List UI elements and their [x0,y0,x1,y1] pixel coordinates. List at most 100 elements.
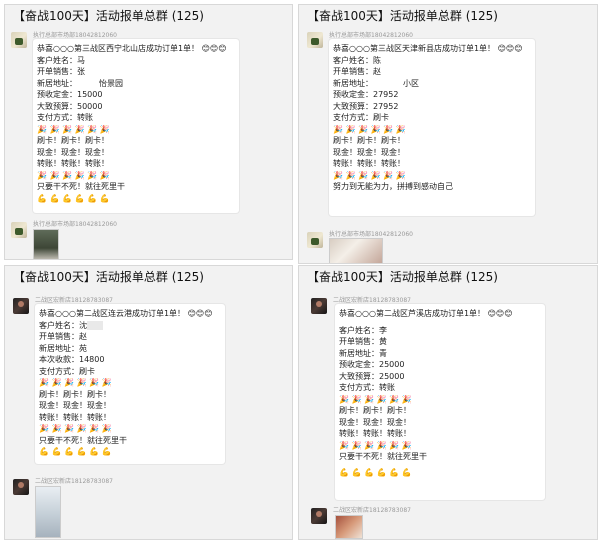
sender-avatar[interactable] [311,508,327,524]
smile-emoji: 😊 [201,44,210,53]
party-emoji: 🎉 [62,124,72,134]
party-emoji: 🎉 [62,170,72,180]
field-line: 客户姓名：李 [339,325,387,335]
party-emoji: 🎉 [101,378,112,387]
field-line: 预收定金：25000 [339,360,405,369]
party-emoji: 🎉 [89,378,100,387]
redaction-blur [87,320,103,330]
slogan-line: 只要干不死！就往死里干 [39,435,127,445]
message-bubble[interactable]: 恭喜○○○第二战区连云港成功订单1单！ 😊😊😊 客户姓名：沈 开单销售：赵 新居… [35,304,225,464]
chant-line: 现金！现金！现金！ [39,401,111,410]
party-emoji: 🎉 [101,424,112,433]
muscle-emoji: 💪 [51,447,62,456]
chant-line: 转账！转账！转账！ [339,429,411,438]
party-emoji: 🎉 [370,124,381,134]
field-line: 大致预算：25000 [339,371,405,381]
sender-avatar[interactable] [307,232,323,248]
muscle-emoji: 💪 [101,447,112,456]
party-emoji: 🎉 [64,424,74,433]
photo-thumbnail[interactable] [329,238,383,263]
muscle-emoji: 💪 [76,447,87,456]
sender-name: 二战区宏新店18128783087 [35,297,113,304]
party-emoji-row: 🎉 🎉 🎉 🎉 🎉 🎉 [39,423,221,435]
muscle-emoji: 💪 [49,193,60,203]
muscle-emoji: 💪 [364,467,374,477]
party-emoji: 🎉 [76,378,87,387]
chat-screenshot-2: 【奋战100天】活动报单总群 (125) 执行总部市场部18042812060 … [298,4,598,264]
chat-title: 【奋战100天】活动报单总群 (125) [299,5,597,27]
party-emoji-row: 🎉 🎉 🎉 🎉 🎉 🎉 [37,124,235,136]
smile-emoji: 😊 [487,309,496,318]
party-emoji: 🎉 [351,440,362,450]
chant-line: 刷卡！刷卡！刷卡！ [339,406,411,415]
party-emoji: 🎉 [351,394,362,404]
chant-line: 刷卡！刷卡！刷卡！ [37,136,109,145]
photo-thumbnail[interactable] [33,229,59,259]
congrats-line: 恭喜○○○第二战区连云港成功订单1单！ 😊😊😊 [39,308,221,320]
field-line: 大致预算：27952 [333,101,399,111]
sender-avatar[interactable] [307,32,323,48]
field-line: 预收定金：15000 [37,90,103,99]
sender-avatar[interactable] [13,479,29,495]
party-emoji: 🎉 [339,440,349,450]
party-emoji: 🎉 [376,394,387,404]
chant-line: 转账！转账！转账！ [333,159,405,168]
party-emoji: 🎉 [358,170,368,180]
chant-line: 转账！转账！转账！ [39,412,111,422]
photo-thumbnail[interactable] [335,515,363,539]
congrats-line: 恭喜○○○第三战区西宁北山店成功订单1单！ 😊😊😊 [37,43,235,55]
field-line: 支付方式：转账 [37,113,93,122]
muscle-emoji: 💪 [37,193,47,203]
muscle-emoji: 💪 [351,467,362,477]
party-emoji-row: 🎉 🎉 🎉 🎉 🎉 🎉 [333,170,531,182]
muscle-emoji: 💪 [376,467,387,477]
muscle-emoji-row: 💪 💪 💪 💪 💪 💪 [339,467,541,479]
field-line: 新居地址：苑 [39,343,87,353]
party-emoji-row: 🎉 🎉 🎉 🎉 🎉 🎉 [333,124,531,136]
muscle-emoji: 💪 [74,193,85,203]
field-line: 开单销售：张 [37,67,85,76]
field-line: 本次收款：14800 [39,355,105,364]
party-emoji: 🎉 [49,124,60,134]
party-emoji: 🎉 [74,124,85,134]
photo-thumbnail[interactable] [35,486,61,538]
muscle-emoji: 💪 [99,193,110,203]
party-emoji-row: 🎉 🎉 🎉 🎉 🎉 🎉 [339,394,541,406]
sender-avatar[interactable] [11,222,27,238]
party-emoji: 🎉 [99,124,110,134]
field-line: 客户姓名：马 [37,55,85,65]
party-emoji: 🎉 [37,124,47,134]
sender-avatar[interactable] [13,298,29,314]
sender-avatar[interactable] [11,32,27,48]
chat-screenshot-4: 【奋战100天】活动报单总群 (125) 二战区宏新店18128783087 恭… [298,265,598,540]
party-emoji-row: 🎉 🎉 🎉 🎉 🎉 🎉 [39,377,221,389]
message-bubble[interactable]: 恭喜○○○第三战区天津新县店成功订单1单！ 😊😊😊 客户姓名：陈 开单销售：赵 … [329,39,535,216]
party-emoji: 🎉 [376,440,387,450]
message-bubble[interactable]: 恭喜○○○第二战区芦溪店成功订单1单！ 😊😊😊 客户姓名：李 开单销售：黄 新居… [335,304,545,500]
sender-avatar[interactable] [311,298,327,314]
chant-line: 刷卡！刷卡！刷卡！ [333,136,405,145]
party-emoji: 🎉 [345,124,356,134]
chant-line: 现金！现金！现金！ [333,147,405,157]
party-emoji: 🎉 [389,394,400,404]
field-line: 客户姓名：陈 [333,55,381,65]
chat-title: 【奋战100天】活动报单总群 (125) [5,266,292,288]
sender-name: 二战区宏新店18128783087 [333,297,411,304]
field-line: 预收定金：27952 [333,90,399,99]
party-emoji: 🎉 [64,378,74,387]
smile-emoji: 😊 [504,309,513,318]
muscle-emoji: 💪 [339,467,349,477]
message-bubble[interactable]: 恭喜○○○第三战区西宁北山店成功订单1单！ 😊😊😊 客户姓名：马 开单销售：张 … [33,39,239,213]
field-line: 开单销售：赵 [39,332,87,341]
field-line: 客户姓名：沈 [39,320,221,332]
muscle-emoji: 💪 [389,467,400,477]
chant-line: 现金！现金！现金！ [37,147,109,157]
party-emoji: 🎉 [39,378,49,387]
party-emoji: 🎉 [39,424,49,433]
party-emoji: 🎉 [87,170,98,180]
muscle-emoji: 💪 [87,193,98,203]
party-emoji-row: 🎉 🎉 🎉 🎉 🎉 🎉 [339,440,541,452]
chat-screenshot-1: 【奋战100天】活动报单总群 (125) 执行总部市场部18042812060 … [4,4,293,260]
sender-name: 执行总部市场部18042812060 [33,32,117,39]
sender-name: 执行总部市场部18042812060 [33,221,117,228]
